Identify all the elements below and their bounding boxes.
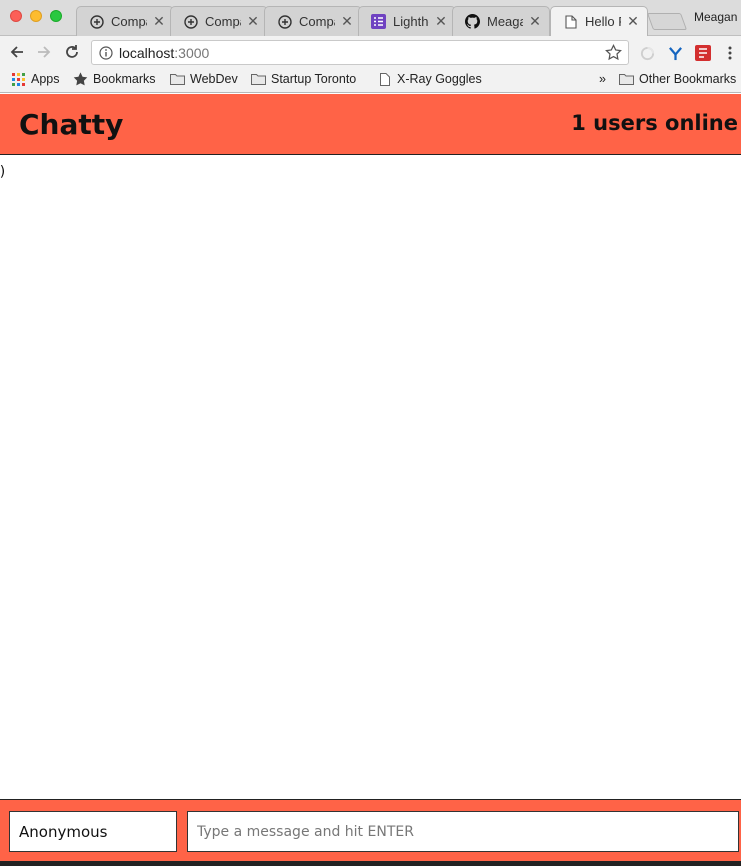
close-icon[interactable]: ✕ xyxy=(341,13,353,29)
bookmark-label: Bookmarks xyxy=(93,72,156,86)
extension-red-icon[interactable] xyxy=(695,45,711,61)
app-navbar: Chatty 1 users online xyxy=(0,94,741,155)
menu-kebab-icon[interactable] xyxy=(722,45,738,61)
message-item: ;) xyxy=(0,164,6,180)
chat-bar xyxy=(0,799,741,866)
tab-3[interactable]: Compa ✕ xyxy=(264,6,362,36)
chevron-double-right-icon: » xyxy=(599,72,606,86)
bookmarks-overflow-button[interactable]: » xyxy=(599,72,606,86)
bookmark-label: Startup Toronto xyxy=(271,72,357,86)
star-filled-icon xyxy=(73,72,88,86)
tab-label: Compa xyxy=(205,14,241,29)
list-icon xyxy=(371,14,386,29)
extension-refresh-icon[interactable] xyxy=(639,45,655,61)
tab-1[interactable]: Compa ✕ xyxy=(76,6,174,36)
arrow-left-icon xyxy=(10,46,23,58)
close-icon[interactable]: ✕ xyxy=(627,13,639,29)
close-icon[interactable]: ✕ xyxy=(153,13,165,29)
app-brand[interactable]: Chatty xyxy=(19,108,123,141)
message-input[interactable] xyxy=(187,811,739,852)
window-controls xyxy=(10,10,62,22)
tab-4[interactable]: Lightho ✕ xyxy=(358,6,456,36)
close-icon[interactable]: ✕ xyxy=(247,13,259,29)
tab-6-active[interactable]: Hello R ✕ xyxy=(550,6,648,36)
bookmark-label: Other Bookmarks xyxy=(639,72,737,86)
close-icon[interactable]: ✕ xyxy=(529,13,541,29)
users-online-count: 1 users online xyxy=(571,111,738,135)
tab-label: Hello R xyxy=(585,14,621,29)
folder-icon xyxy=(619,72,634,86)
bookmark-label: Apps xyxy=(31,72,60,86)
bookmark-startup-toronto[interactable]: Startup Toronto xyxy=(251,72,356,86)
bookmark-label: X-Ray Goggles xyxy=(397,72,482,86)
add-circle-icon xyxy=(183,14,198,29)
tab-label: Meagan xyxy=(487,14,523,29)
profile-name[interactable]: Meagan xyxy=(694,10,737,24)
bookmark-xray-goggles[interactable]: X-Ray Goggles xyxy=(377,72,482,86)
browser-toolbar: localhost:3000 xyxy=(0,36,741,68)
zoom-window-button[interactable] xyxy=(50,10,62,22)
bookmarks-bar: Apps Bookmarks WebDev Startup Toronto X-… xyxy=(0,68,741,93)
username-input[interactable] xyxy=(9,811,177,852)
reload-button[interactable] xyxy=(62,42,82,62)
bookmark-webdev[interactable]: WebDev xyxy=(170,72,238,86)
apps-grid-icon xyxy=(11,72,26,86)
url-port: :3000 xyxy=(174,44,210,61)
close-icon[interactable]: ✕ xyxy=(435,13,447,29)
github-icon xyxy=(465,14,480,29)
bookmark-apps[interactable]: Apps xyxy=(11,72,60,86)
arrow-right-icon xyxy=(38,46,51,58)
forward-button[interactable] xyxy=(34,42,54,62)
bookmark-other-bookmarks[interactable]: Other Bookmarks xyxy=(619,72,736,86)
tab-label: Compa xyxy=(299,14,335,29)
tab-label: Lightho xyxy=(393,14,429,29)
minimize-window-button[interactable] xyxy=(30,10,42,22)
page-icon xyxy=(563,14,578,29)
folder-icon xyxy=(170,72,185,86)
back-button[interactable] xyxy=(7,42,27,62)
bookmark-label: WebDev xyxy=(190,72,238,86)
close-window-button[interactable] xyxy=(10,10,22,22)
reload-icon xyxy=(66,45,78,58)
tab-5[interactable]: Meagan ✕ xyxy=(452,6,550,36)
star-icon[interactable] xyxy=(605,44,622,61)
tab-label: Compa xyxy=(111,14,147,29)
new-tab-button[interactable] xyxy=(646,13,688,30)
extension-y-icon[interactable] xyxy=(667,45,683,61)
page-icon xyxy=(377,72,392,86)
browser-tabstrip: Compa ✕ Compa ✕ Compa ✕ Lightho ✕ Meagan… xyxy=(0,0,741,36)
add-circle-icon xyxy=(89,14,104,29)
url-host: localhost xyxy=(119,44,175,61)
message-list: ;) xyxy=(0,156,741,798)
tab-2[interactable]: Compa ✕ xyxy=(170,6,268,36)
address-bar[interactable]: localhost:3000 xyxy=(91,40,629,65)
info-icon[interactable] xyxy=(99,45,113,60)
add-circle-icon xyxy=(277,14,292,29)
bookmark-bookmarks[interactable]: Bookmarks xyxy=(73,72,156,86)
folder-icon xyxy=(251,72,266,86)
